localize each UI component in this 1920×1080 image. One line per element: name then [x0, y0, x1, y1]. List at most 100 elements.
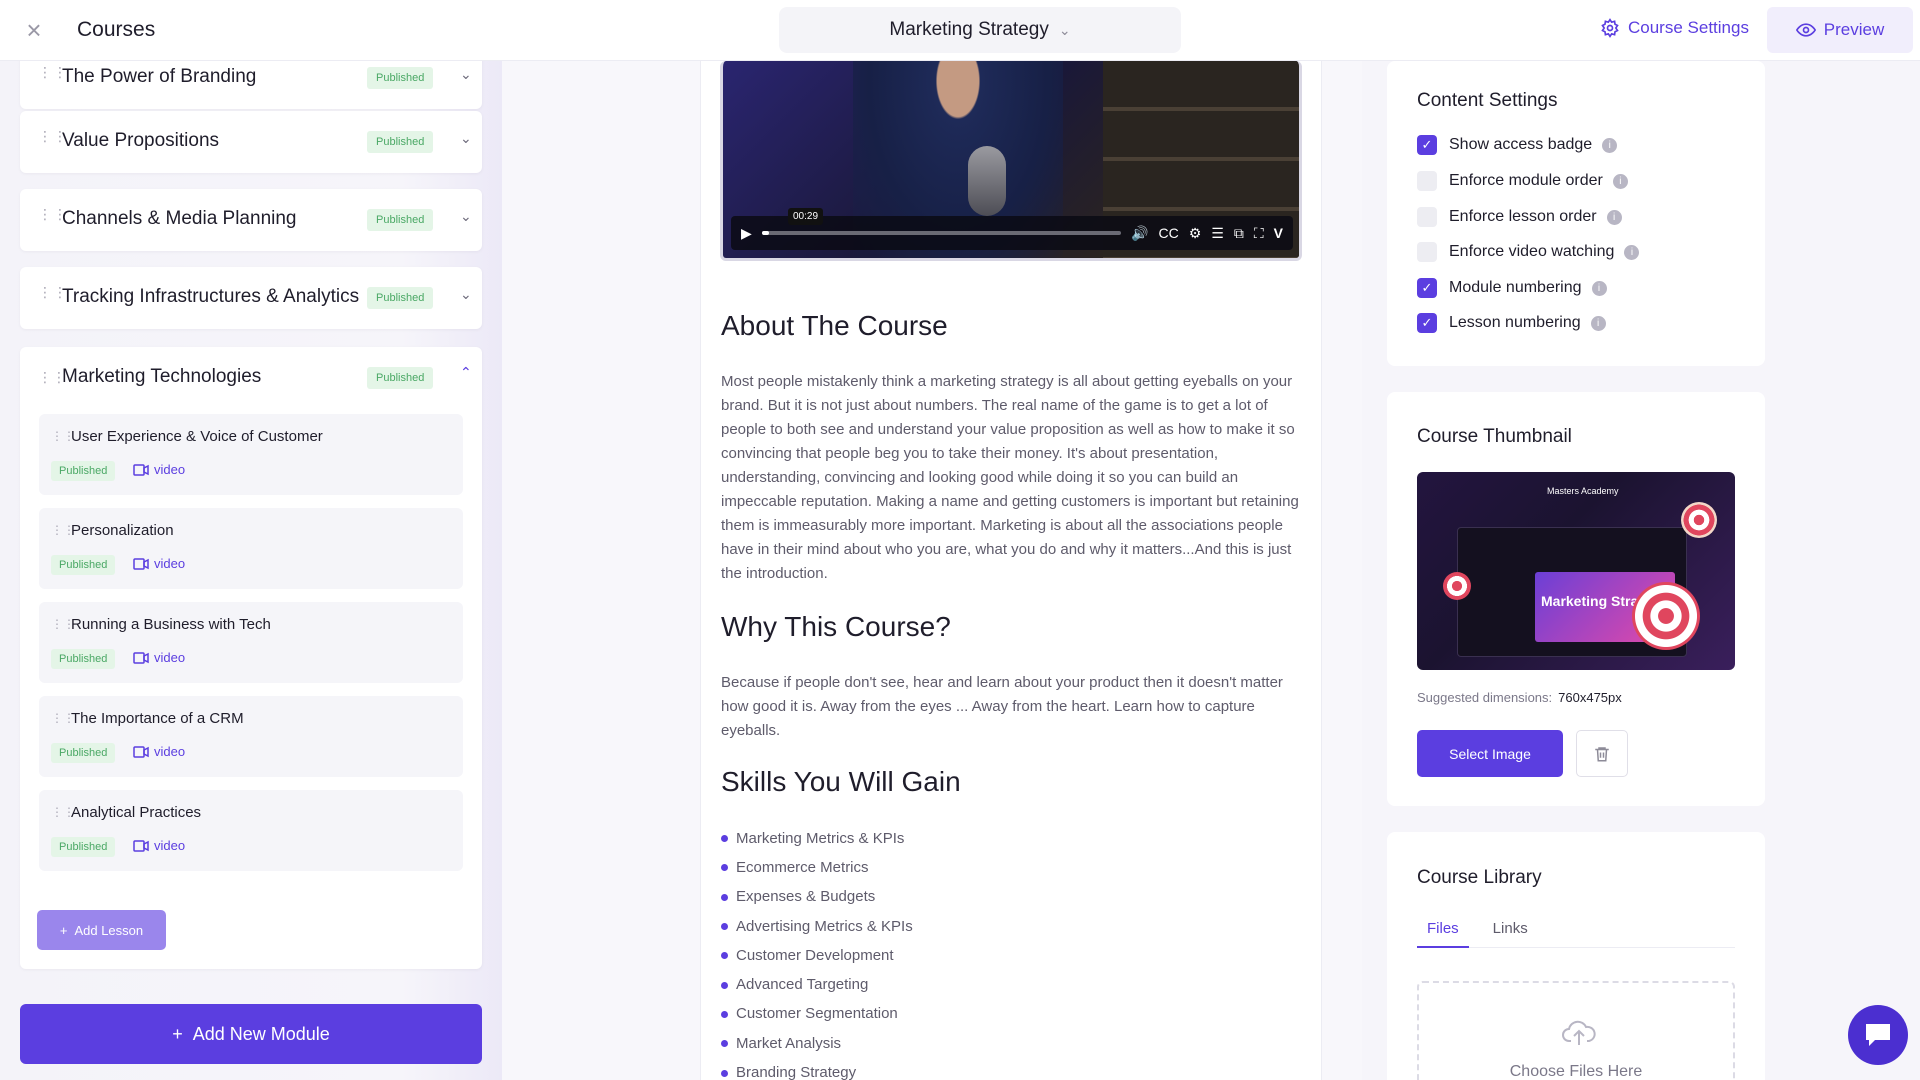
module-item-expanded[interactable]: ⋮⋮ Marketing Technologies Published ⌃ ⋮⋮… — [20, 347, 482, 969]
video-player[interactable]: ▶ 🔊 CC ⚙ ☰ ⧉ ⛶ V — [720, 61, 1302, 261]
trash-icon — [1595, 746, 1609, 761]
cloud-upload-icon — [1562, 1020, 1596, 1045]
course-selector[interactable]: Marketing Strategy ⌄ — [779, 7, 1181, 53]
play-icon[interactable]: ▶ — [741, 225, 752, 242]
module-item[interactable]: ⋮⋮ Value Propositions Published ⌄ — [20, 111, 482, 173]
lesson-item[interactable]: ⋮⋮ The Importance of a CRM Published vid… — [39, 696, 463, 777]
video-icon — [133, 557, 149, 570]
module-item[interactable]: ⋮⋮ Tracking Infrastructures & Analytics … — [20, 267, 482, 329]
chevron-down-icon[interactable]: ⌄ — [460, 208, 472, 225]
checkbox[interactable] — [1417, 171, 1437, 191]
skill-item: Ecommerce Metrics — [721, 853, 913, 882]
checkbox[interactable] — [1417, 242, 1437, 262]
add-lesson-label: Add Lesson — [74, 922, 144, 938]
checkbox[interactable]: ✓ — [1417, 278, 1437, 298]
thumbnail-brand: Masters Academy — [1547, 486, 1619, 496]
lesson-title: The Importance of a CRM — [71, 710, 244, 727]
lesson-title: User Experience & Voice of Customer — [71, 428, 323, 445]
tab-links[interactable]: Links — [1483, 918, 1538, 948]
checkbox-row[interactable]: ✓ Module numbering i — [1417, 278, 1607, 298]
checkbox-row[interactable]: Enforce video watching i — [1417, 242, 1640, 262]
checkbox-row[interactable]: Enforce lesson order i — [1417, 207, 1622, 227]
info-icon[interactable]: i — [1612, 173, 1628, 189]
lesson-type: video — [133, 838, 185, 853]
chevron-down-icon[interactable]: ⌄ — [460, 286, 472, 303]
checkbox-label: Enforce module order — [1449, 172, 1603, 189]
checkbox-row[interactable]: Enforce module order i — [1417, 171, 1628, 191]
module-sidebar: ⋮⋮ The Power of Branding Published ⌄ ⋮⋮ … — [0, 47, 502, 1080]
video-icon — [133, 745, 149, 758]
lesson-type-label: video — [154, 556, 186, 571]
delete-image-button[interactable] — [1576, 730, 1628, 777]
lesson-item[interactable]: ⋮⋮ Analytical Practices Published video — [39, 790, 463, 871]
checkbox[interactable] — [1417, 207, 1437, 227]
dimensions-value: 760x475px — [1558, 690, 1622, 705]
status-badge: Published — [367, 209, 434, 231]
checkbox-row[interactable]: ✓ Lesson numbering i — [1417, 313, 1606, 333]
status-badge: Published — [51, 837, 116, 857]
info-icon[interactable]: i — [1590, 315, 1606, 331]
lesson-type-label: video — [154, 744, 186, 759]
captions-icon[interactable]: CC — [1158, 225, 1178, 241]
checkbox-label: Show access badge — [1449, 136, 1593, 153]
chat-button[interactable] — [1848, 1005, 1908, 1065]
fullscreen-icon[interactable]: ⛶ — [1254, 225, 1264, 242]
video-icon — [133, 651, 149, 664]
skill-item: Market Analysis — [721, 1029, 913, 1058]
course-settings-button[interactable]: Course Settings — [1600, 18, 1749, 38]
checkbox[interactable]: ✓ — [1417, 135, 1437, 155]
tab-files[interactable]: Files — [1417, 918, 1469, 948]
add-module-button[interactable]: + Add New Module — [20, 1004, 482, 1064]
skills-heading: Skills You Will Gain — [721, 766, 961, 797]
lesson-item[interactable]: ⋮⋮ Running a Business with Tech Publishe… — [39, 602, 463, 683]
chevron-up-icon[interactable]: ⌃ — [460, 364, 472, 381]
library-title: Course Library — [1417, 867, 1542, 888]
info-icon[interactable]: i — [1606, 209, 1622, 225]
skill-item: Customer Development — [721, 941, 913, 970]
drag-handle-icon[interactable]: ⋮⋮ — [38, 207, 67, 229]
chevron-down-icon: ⌄ — [1058, 21, 1071, 38]
lesson-item[interactable]: ⋮⋮ User Experience & Voice of Customer P… — [39, 414, 463, 495]
skill-item: Marketing Metrics & KPIs — [721, 824, 913, 853]
settings-icon[interactable]: ⚙ — [1189, 225, 1202, 242]
video-icon — [133, 463, 149, 476]
status-badge: Published — [51, 743, 116, 763]
lesson-item[interactable]: ⋮⋮ Personalization Published video — [39, 508, 463, 589]
drag-handle-icon[interactable]: ⋮⋮ — [38, 285, 67, 307]
chevron-down-icon[interactable]: ⌄ — [460, 66, 472, 83]
checkbox-row[interactable]: ✓ Show access badge i — [1417, 135, 1618, 155]
module-item[interactable]: ⋮⋮ Channels & Media Planning Published ⌄ — [20, 189, 482, 251]
add-module-label: Add New Module — [192, 1023, 330, 1044]
info-icon[interactable]: i — [1591, 280, 1607, 296]
chevron-down-icon[interactable]: ⌄ — [460, 130, 472, 147]
transcript-icon[interactable]: ☰ — [1211, 225, 1224, 242]
preview-button[interactable]: Preview — [1767, 7, 1913, 53]
video-progress-bar[interactable] — [761, 231, 1122, 235]
preview-label: Preview — [1823, 20, 1885, 39]
vimeo-logo-icon[interactable]: V — [1274, 225, 1283, 241]
dropzone-text: Choose Files Here — [1509, 1063, 1643, 1080]
file-dropzone[interactable]: Choose Files Here — [1417, 981, 1735, 1080]
skill-item: Advertising Metrics & KPIs — [721, 912, 913, 941]
info-icon[interactable]: i — [1624, 244, 1640, 260]
page-title: Courses — [77, 18, 156, 41]
status-badge: Published — [367, 367, 434, 389]
info-icon[interactable]: i — [1602, 137, 1618, 153]
skills-list: Marketing Metrics & KPIs Ecommerce Metri… — [721, 824, 913, 1080]
target-icon — [1681, 502, 1717, 538]
thumbnail-image: Marketing Strategy Masters Academy — [1417, 472, 1735, 670]
skill-item: Customer Segmentation — [721, 1000, 913, 1029]
drag-handle-icon[interactable]: ⋮⋮ — [38, 65, 67, 87]
lesson-title: Personalization — [71, 522, 174, 539]
add-lesson-button[interactable]: + Add Lesson — [37, 910, 166, 950]
close-icon[interactable]: × — [22, 17, 46, 43]
pip-icon[interactable]: ⧉ — [1234, 225, 1244, 242]
lesson-type-label: video — [154, 462, 186, 477]
course-settings-label: Course Settings — [1628, 18, 1749, 37]
library-tabs: Files Links — [1417, 918, 1735, 948]
video-time: 00:29 — [788, 208, 824, 225]
drag-handle-icon[interactable]: ⋮⋮ — [38, 129, 67, 151]
volume-icon[interactable]: 🔊 — [1131, 225, 1148, 242]
checkbox[interactable]: ✓ — [1417, 313, 1437, 333]
select-image-button[interactable]: Select Image — [1417, 730, 1563, 777]
